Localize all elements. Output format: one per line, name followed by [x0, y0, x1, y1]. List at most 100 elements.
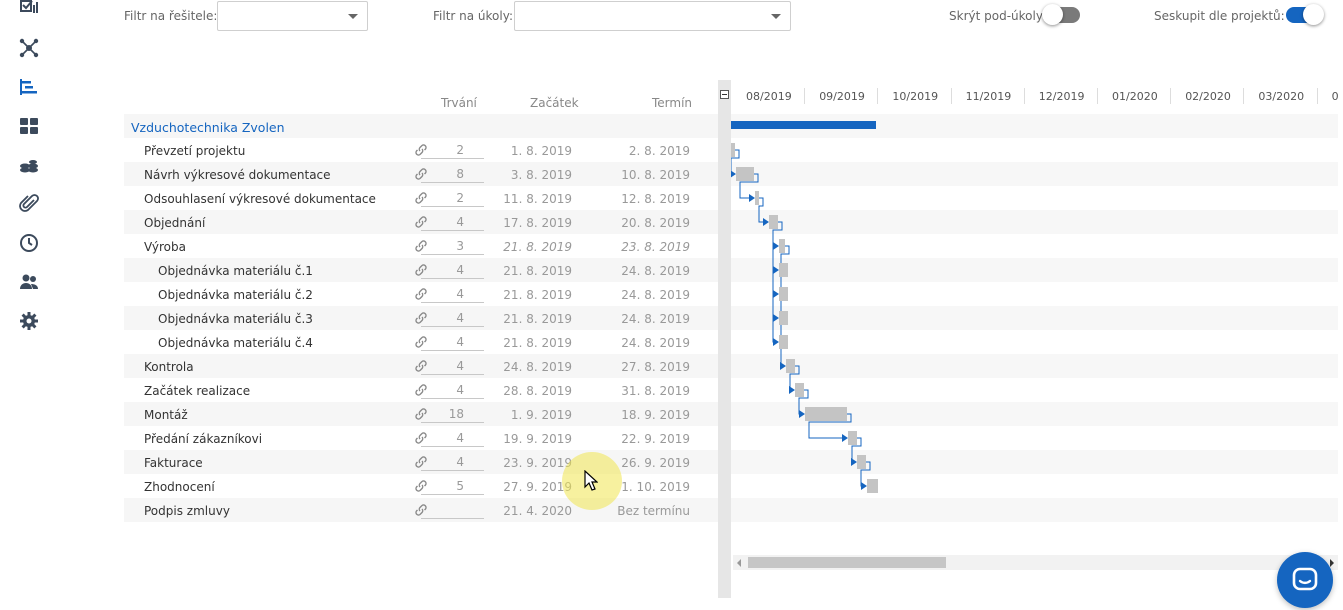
duration-input[interactable]: 2	[421, 191, 484, 207]
users-icon[interactable]	[17, 270, 41, 294]
task-row[interactable]: Objednávka materiálu č.1 4 21. 8. 2019 24. …	[124, 258, 718, 282]
scroll-right-icon[interactable]	[1330, 559, 1334, 567]
duration-header[interactable]: Trvání	[441, 96, 477, 110]
task-bar[interactable]	[867, 479, 878, 493]
task-bar[interactable]	[786, 359, 795, 373]
task-row[interactable]: Objednávka materiálu č.2 4 21. 8. 2019 24. …	[124, 282, 718, 306]
task-name[interactable]: Podpis zmluvy	[144, 504, 230, 518]
timeline-row-stripe	[731, 210, 1338, 234]
task-row[interactable]: Předání zákazníkovi 4 19. 9. 2019 22. 9. 20…	[124, 426, 718, 450]
duration-input[interactable]: 4	[421, 263, 484, 279]
task-row[interactable]: Návrh výkresové dokumentace 8 3. 8. 2019 10…	[124, 162, 718, 186]
duration-input[interactable]: 4	[421, 215, 484, 231]
sidebar	[0, 0, 58, 610]
task-name[interactable]: Začátek realizace	[144, 384, 250, 398]
duration-input[interactable]: 18	[421, 407, 484, 423]
task-row[interactable]: Odsouhlasení výkresové dokumentace 2 11. 8…	[124, 186, 718, 210]
duration-input[interactable]: 4	[421, 359, 484, 375]
timeline-row-stripe	[731, 354, 1338, 378]
task-name[interactable]: Objednávka materiálu č.3	[158, 312, 313, 326]
duration-input[interactable]: 4	[421, 383, 484, 399]
task-row[interactable]: Objednání 4 17. 8. 2019 20. 8. 2019	[124, 210, 718, 234]
start-date: 17. 8. 2019	[503, 216, 572, 230]
task-name[interactable]: Návrh výkresové dokumentace	[144, 168, 331, 182]
task-name[interactable]: Kontrola	[144, 360, 194, 374]
settings-icon[interactable]	[17, 309, 41, 333]
group-by-project-toggle[interactable]	[1286, 4, 1324, 25]
task-bar[interactable]	[805, 407, 847, 421]
task-name[interactable]: Odsouhlasení výkresové dokumentace	[144, 192, 376, 206]
task-name[interactable]: Objednávka materiálu č.4	[158, 336, 313, 350]
duration-input[interactable]	[421, 503, 484, 519]
timeline-row-stripe	[731, 162, 1338, 186]
start-header[interactable]: Začátek	[530, 96, 579, 110]
attachment-icon[interactable]	[17, 192, 41, 216]
task-row[interactable]: Kontrola 4 24. 8. 2019 27. 8. 2019	[124, 354, 718, 378]
hide-subtasks-toggle[interactable]	[1042, 4, 1080, 25]
task-row[interactable]: Montáž 18 1. 9. 2019 18. 9. 2019	[124, 402, 718, 426]
chat-button[interactable]	[1277, 552, 1333, 608]
task-bar[interactable]	[857, 455, 866, 469]
duration-input[interactable]: 4	[421, 311, 484, 327]
clock-icon[interactable]	[17, 231, 41, 255]
task-name[interactable]: Objednávka materiálu č.2	[158, 288, 313, 302]
assignee-filter-select[interactable]	[217, 1, 368, 31]
budget-icon[interactable]	[17, 153, 41, 177]
task-bar[interactable]	[769, 215, 778, 229]
task-name[interactable]: Zhodnocení	[144, 480, 215, 494]
duration-input[interactable]: 3	[421, 239, 484, 255]
task-bar[interactable]	[779, 287, 788, 301]
task-name[interactable]: Objednávka materiálu č.1	[158, 264, 313, 278]
task-bar[interactable]	[779, 263, 788, 277]
pane-splitter[interactable]	[718, 80, 731, 598]
task-name[interactable]: Převzetí projektu	[144, 144, 245, 158]
scroll-left-icon[interactable]	[737, 559, 741, 567]
start-date: 1. 9. 2019	[510, 408, 572, 422]
task-name[interactable]: Objednání	[144, 216, 205, 230]
duration-input[interactable]: 4	[421, 287, 484, 303]
scrollbar-thumb[interactable]	[748, 557, 946, 568]
task-name[interactable]: Fakturace	[144, 456, 203, 470]
task-bar[interactable]	[731, 143, 735, 157]
task-name[interactable]: Vzduchotechnika Zvolen	[131, 120, 285, 135]
task-bar[interactable]	[779, 239, 785, 253]
task-row[interactable]: Podpis zmluvy 21. 4. 2020 Bez termínu	[124, 498, 718, 522]
end-header[interactable]: Termín	[652, 96, 692, 110]
month-label: 09/2019	[819, 90, 865, 103]
duration-input[interactable]: 5	[421, 479, 484, 495]
task-bar[interactable]	[736, 167, 754, 181]
task-name[interactable]: Výroba	[144, 240, 186, 254]
task-bar[interactable]	[848, 431, 857, 445]
project-summary-bar[interactable]	[731, 121, 876, 129]
chat-icon	[1292, 567, 1318, 591]
task-row[interactable]: Objednávka materiálu č.4 4 21. 8. 2019 24. …	[124, 330, 718, 354]
task-bar[interactable]	[755, 191, 759, 205]
dashboard-icon[interactable]	[17, 114, 41, 138]
project-row[interactable]: Vzduchotechnika Zvolen	[124, 114, 718, 138]
network-icon[interactable]	[17, 36, 41, 60]
collapse-icon[interactable]	[720, 90, 729, 99]
task-bar[interactable]	[779, 311, 788, 325]
task-row[interactable]: Převzetí projektu 2 1. 8. 2019 2. 8. 2019	[124, 138, 718, 162]
filter-bar: Filtr na řešitele: Filtr na úkoly: Skrýt…	[0, 0, 1343, 34]
duration-input[interactable]: 4	[421, 455, 484, 471]
task-bar[interactable]	[779, 335, 788, 349]
hide-subtasks-label: Skrýt pod-úkoly:	[949, 9, 1047, 23]
duration-input[interactable]: 4	[421, 431, 484, 447]
task-row[interactable]: Objednávka materiálu č.3 4 21. 8. 2019 24. …	[124, 306, 718, 330]
duration-input[interactable]: 8	[421, 167, 484, 183]
timeline-scrollbar[interactable]	[733, 555, 1338, 570]
duration-input[interactable]: 2	[421, 143, 484, 159]
task-row[interactable]: Výroba 3 21. 8. 2019 23. 8. 2019	[124, 234, 718, 258]
gantt-icon[interactable]	[17, 75, 41, 99]
task-bar[interactable]	[795, 383, 804, 397]
mouse-cursor-icon	[584, 470, 598, 491]
month-separator	[1243, 88, 1245, 104]
task-row[interactable]: Zhodnocení 5 27. 9. 2019 1. 10. 2019	[124, 474, 718, 498]
task-name[interactable]: Montáž	[144, 408, 188, 422]
task-row[interactable]: Fakturace 4 23. 9. 2019 26. 9. 2019	[124, 450, 718, 474]
task-row[interactable]: Začátek realizace 4 28. 8. 2019 31. 8. 2019	[124, 378, 718, 402]
task-filter-select[interactable]	[514, 1, 791, 31]
task-name[interactable]: Předání zákazníkovi	[144, 432, 262, 446]
duration-input[interactable]: 4	[421, 335, 484, 351]
